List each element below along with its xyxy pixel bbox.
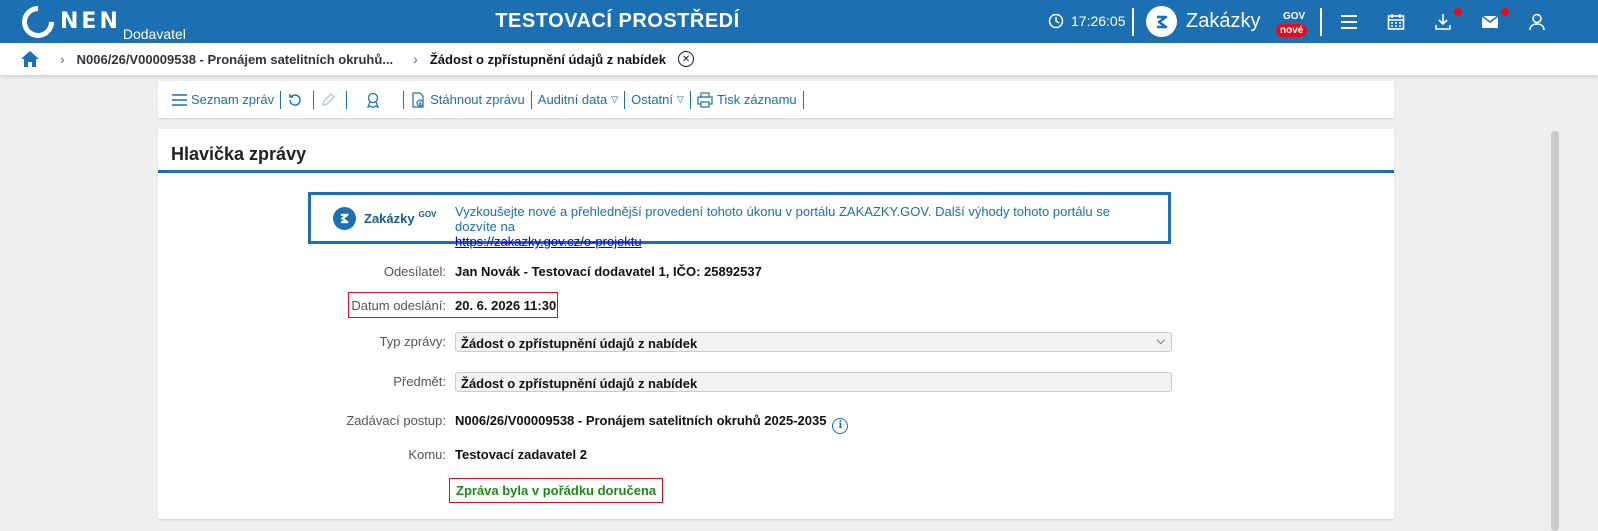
mail-notification-dot [1501, 8, 1509, 16]
pencil-icon [322, 92, 336, 106]
recipient-value: Testovací zadavatel 2 [455, 447, 587, 462]
sent-date-value: 20. 6. 2026 11:30 [455, 298, 557, 313]
menu-icon[interactable] [1339, 12, 1359, 32]
subject-value: Žádost o zpřístupnění údajů z nabídek [461, 376, 698, 391]
scrollbar[interactable] [1551, 131, 1559, 531]
download-icon[interactable] [1433, 12, 1453, 32]
panel-title: Hlavička zprávy [171, 144, 307, 164]
message-type-label: Typ zprávy: [379, 334, 446, 349]
sent-date-label: Datum odeslání: [351, 298, 446, 313]
print-record-button[interactable]: Tisk záznamu [691, 91, 803, 109]
message-list-label: Seznam zpráv [191, 92, 275, 107]
message-header-panel: Hlavička zprávy Zakázky GOV Vyzkoušejte … [158, 129, 1394, 519]
session-clock: 17:26:05 [1048, 13, 1126, 29]
message-list-button[interactable]: Seznam zpráv [166, 91, 280, 109]
chevron-right-icon: › [413, 51, 418, 67]
zakazky-gov-link[interactable]: Zakázky GOV nové [1146, 6, 1308, 37]
procedure-value[interactable]: N006/26/V00009538 - Pronájem satelitních… [455, 413, 826, 428]
zakazky-logo-icon [1146, 6, 1177, 37]
refresh-icon [289, 93, 301, 106]
clock-time: 17:26:05 [1071, 13, 1126, 29]
zakazky-name: Zakázky [1186, 10, 1261, 32]
audit-data-dropdown[interactable]: Auditní data ▽ [532, 91, 624, 109]
delivery-status: Zpráva byla v pořádku doručena [449, 478, 664, 503]
download-message-label: Stáhnout zprávu [430, 92, 525, 107]
user-icon[interactable] [1527, 12, 1547, 32]
sender-value: Jan Novák - Testovací dodavatel 1, IČO: … [455, 264, 762, 279]
breadcrumb-procedure[interactable]: N006/26/V00009538 - Pronájem satelitních… [77, 52, 393, 67]
clock-icon [1048, 13, 1064, 29]
subject-label: Předmět: [393, 374, 446, 389]
promo-message: Vyzkoušejte nové a přehlednější proveden… [455, 204, 1110, 234]
message-type-select[interactable]: Žádost o zpřístupnění údajů z nabídek ⌵ [455, 332, 1172, 352]
new-badge: nové [1276, 24, 1308, 37]
breadcrumb-current: Žádost o zpřístupnění údajů z nabídek [429, 51, 667, 67]
promo-gov: GOV [418, 210, 437, 219]
chevron-down-icon: ⌵ [1156, 335, 1165, 347]
mail-icon[interactable] [1480, 12, 1500, 32]
procedure-label: Zadávací postup: [346, 413, 446, 428]
message-toolbar: Seznam zpráv Stáhnout zprávu Auditní dat… [158, 81, 1394, 118]
print-record-label: Tisk záznamu [716, 92, 797, 107]
caret-down-icon: ▽ [611, 94, 619, 104]
top-bar: NEN Dodavatel TESTOVACÍ PROSTŘEDÍ 17:26:… [0, 0, 1598, 45]
audit-data-label: Auditní data [537, 92, 608, 107]
zakazky-logo-icon [333, 207, 356, 230]
title-underline [158, 170, 1394, 173]
close-icon[interactable]: ✕ [678, 51, 695, 67]
other-label: Ostatní [631, 92, 674, 107]
chevron-right-icon: › [60, 51, 65, 67]
recipient-label: Komu: [408, 447, 446, 462]
divider [1132, 8, 1134, 36]
refresh-button[interactable] [281, 91, 313, 109]
info-icon[interactable]: i [832, 417, 849, 434]
certificate-icon [367, 92, 380, 108]
message-type-value: Žádost o zpřístupnění údajů z nabídek [461, 336, 698, 351]
edit-button[interactable] [314, 91, 346, 109]
home-icon[interactable] [20, 50, 40, 68]
download-message-button[interactable]: Stáhnout zprávu [404, 91, 531, 109]
promo-text: Vyzkoušejte nové a přehlednější proveden… [455, 204, 1155, 249]
calendar-icon[interactable] [1386, 12, 1406, 32]
promo-link[interactable]: https://zakazky.gov.cz/o-projektu [455, 234, 642, 249]
other-dropdown[interactable]: Ostatní ▽ [625, 91, 690, 109]
zakazky-gov-label: GOV [1283, 11, 1306, 22]
download-document-icon [412, 91, 424, 108]
download-notification-dot [1454, 8, 1462, 16]
sender-label: Odesílatel: [383, 264, 446, 279]
breadcrumb: › N006/26/V00009538 - Pronájem satelitní… [0, 43, 1598, 75]
promo-logo: Zakázky GOV [333, 207, 436, 230]
promo-name: Zakázky [364, 211, 415, 226]
procedure-row: N006/26/V00009538 - Pronájem satelitních… [455, 413, 849, 434]
zakazky-promo-banner: Zakázky GOV Vyzkoušejte nové a přehledně… [308, 192, 1171, 249]
divider [1320, 8, 1322, 36]
list-icon [172, 93, 187, 106]
subject-field[interactable]: Žádost o zpřístupnění údajů z nabídek [455, 372, 1172, 392]
divider [802, 90, 804, 109]
caret-down-icon: ▽ [677, 94, 684, 104]
certificate-button[interactable] [347, 91, 403, 109]
printer-icon [697, 91, 713, 108]
